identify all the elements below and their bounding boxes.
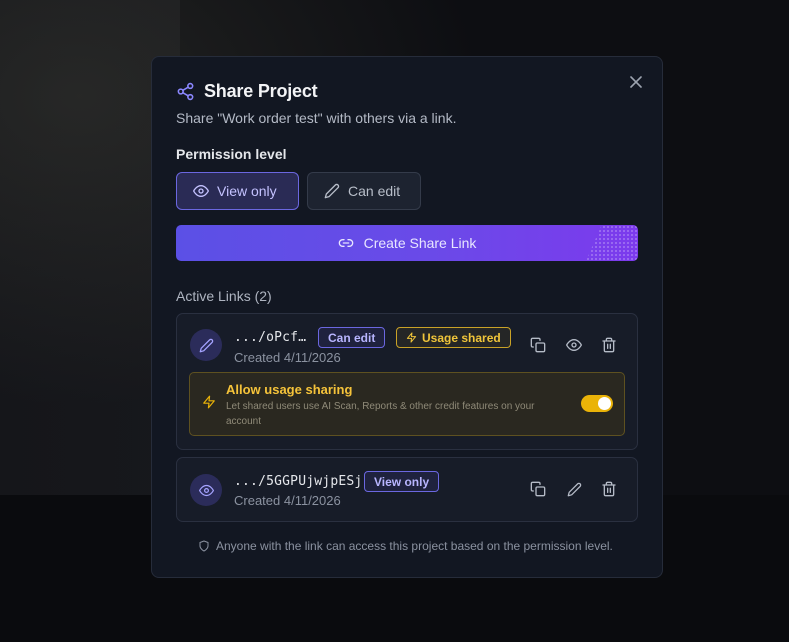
create-share-link-label: Create Share Link [363,235,477,251]
permission-can-edit-button[interactable]: Can edit [307,172,421,210]
bolt-icon [202,395,216,409]
link-url: .../oPcf… [234,330,307,345]
usage-sharing-description: Let shared users use AI Scan, Reports & … [226,401,535,427]
usage-shared-badge: Usage shared [396,327,511,348]
button-texture [586,225,638,261]
permission-can-edit-label: Can edit [348,183,401,199]
bolt-icon [406,332,417,343]
trash-icon[interactable] [600,480,618,498]
close-icon[interactable] [628,74,644,90]
footer-note-text: Anyone with the link can access this pro… [216,539,613,553]
usage-sharing-toggle[interactable] [581,395,613,412]
link-icon [338,235,354,251]
eye-icon[interactable] [565,336,583,354]
dialog-title: Share Project [204,81,318,101]
eye-icon [193,183,209,199]
trash-icon[interactable] [600,336,618,354]
permission-badge: Can edit [318,327,386,348]
dialog-header: Share Project [176,81,318,102]
link-card: .../5GGPUjwjpESj View only Created 4/11/… [176,457,638,522]
create-share-link-button[interactable]: Create Share Link [176,225,638,261]
pencil-icon [324,183,340,199]
permission-level-label: Permission level [176,146,287,162]
link-card: .../oPcf… Can edit Usage shared Created … [176,313,638,450]
usage-sharing-panel: Allow usage sharing Let shared users use… [189,372,625,436]
copy-icon[interactable] [529,336,547,354]
active-links-heading: Active Links (2) [176,288,272,304]
usage-sharing-title: Allow usage sharing [226,382,353,397]
link-created-date: Created 4/11/2026 [234,350,341,365]
share-icon [176,82,195,101]
eye-icon [190,474,222,506]
pencil-icon [190,329,222,361]
permission-view-only-label: View only [217,183,277,199]
copy-icon[interactable] [529,480,547,498]
permission-badge: View only [364,471,440,492]
usage-shared-label: Usage shared [422,330,501,345]
shield-icon [198,540,210,552]
link-created-date: Created 4/11/2026 [234,493,341,508]
share-project-dialog: Share Project Share "Work order test" wi… [151,56,663,578]
link-url: .../5GGPUjwjpESj [234,474,363,489]
pencil-icon[interactable] [565,480,583,498]
footer-note: Anyone with the link can access this pro… [198,539,613,553]
permission-view-only-button[interactable]: View only [176,172,299,210]
dialog-subtitle: Share "Work order test" with others via … [176,110,457,126]
